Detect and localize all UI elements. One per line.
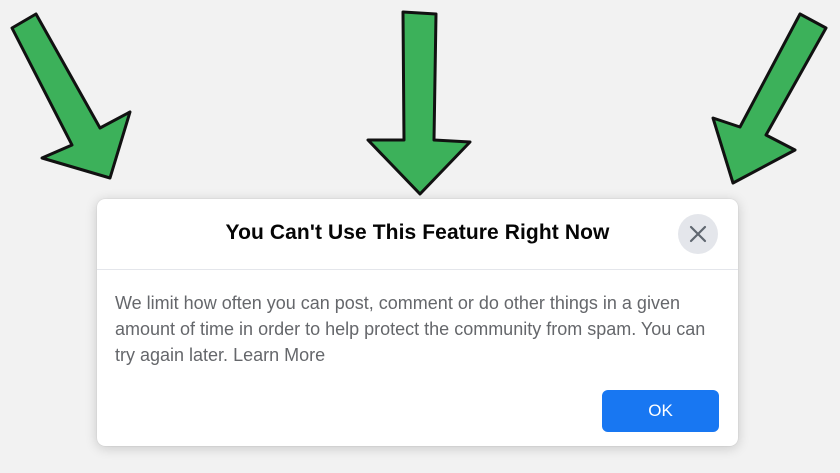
dialog-message: We limit how often you can post, comment… <box>115 290 715 368</box>
close-button[interactable] <box>678 214 718 254</box>
rate-limit-dialog: You Can't Use This Feature Right Now We … <box>97 199 738 446</box>
dialog-header: You Can't Use This Feature Right Now <box>97 199 738 270</box>
learn-more-link[interactable]: Learn More <box>233 345 325 365</box>
dialog-message-text: We limit how often you can post, comment… <box>115 293 706 365</box>
ok-button[interactable]: OK <box>602 390 719 432</box>
arrow-right-shape <box>711 12 828 185</box>
dialog-title: You Can't Use This Feature Right Now <box>225 221 610 244</box>
close-icon <box>689 225 707 243</box>
